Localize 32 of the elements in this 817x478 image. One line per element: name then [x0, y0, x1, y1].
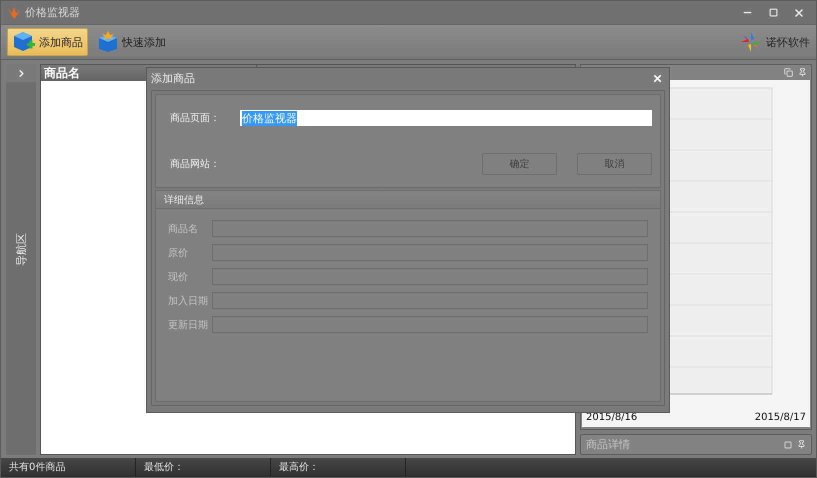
pinwheel-logo-icon [740, 31, 762, 53]
pin-icon[interactable] [797, 440, 806, 449]
maximize-icon [768, 8, 778, 17]
input-field[interactable]: 价格监视器 [240, 110, 652, 126]
status-text: 共有0件商品 [1, 458, 136, 477]
pin-icon[interactable] [798, 68, 807, 77]
field-label: 更新日期 [168, 318, 209, 332]
toolbar-button[interactable]: 快速添加 [92, 28, 171, 56]
window-title: 价格监视器 [25, 5, 81, 20]
navigation-label[interactable]: 导航区 [14, 233, 28, 266]
status-text: 最高价： [271, 458, 406, 477]
app-logo-icon [7, 6, 21, 20]
restore-icon[interactable] [784, 440, 792, 448]
group-title: 详细信息 [164, 194, 204, 206]
status-text: 最低价： [136, 458, 271, 477]
close-button[interactable] [652, 72, 663, 84]
cube-plus-icon [12, 30, 36, 54]
field-label: 商品网站： [170, 158, 221, 171]
field-label: 现价 [168, 270, 189, 284]
field-label: 原价 [168, 246, 189, 260]
close-icon [652, 72, 663, 84]
field-label: 加入日期 [168, 294, 209, 308]
axis-label: 2015/8/17 [754, 412, 806, 423]
field-label: 商品名 [168, 222, 199, 236]
field-label: 商品页面： [170, 112, 221, 125]
dialog-title: 添加商品 [151, 70, 196, 86]
cube-star-icon [97, 31, 119, 53]
brand-name: 诺怀软件 [766, 34, 810, 50]
float-icon[interactable] [784, 68, 793, 77]
axis-label: 2015/8/16 [586, 412, 638, 423]
toolbar-button[interactable]: 添加商品 [7, 28, 88, 56]
close-icon [793, 6, 805, 18]
